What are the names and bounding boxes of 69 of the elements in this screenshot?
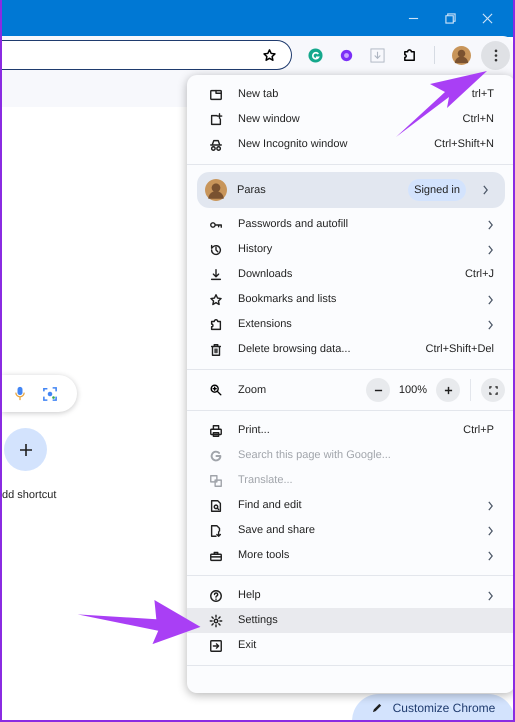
star-icon [209, 292, 223, 306]
fullscreen-button[interactable] [481, 378, 505, 402]
shortcut-text: Ctrl+P [463, 423, 494, 438]
puzzle-icon[interactable] [402, 48, 417, 62]
settings-icon [209, 614, 223, 628]
menu-item[interactable]: New tab trl+T [187, 82, 513, 107]
exit-icon [209, 638, 223, 652]
star-icon[interactable] [262, 48, 277, 62]
pencil-icon [372, 702, 383, 713]
plus-icon [18, 442, 32, 456]
profile-item[interactable]: Paras Signed in [197, 172, 505, 208]
history-icon [209, 242, 223, 256]
new-window-icon [209, 112, 223, 126]
customize-chrome-button[interactable]: Customize Chrome [352, 694, 513, 720]
close-icon[interactable] [482, 13, 493, 24]
shortcut-text: Ctrl+N [462, 112, 494, 128]
menu-item[interactable]: Help [187, 583, 513, 608]
incognito-icon [209, 138, 223, 152]
zoom-value: 100% [398, 382, 428, 398]
profile-name: Paras [237, 182, 267, 198]
menu-item[interactable]: New Incognito window Ctrl+Shift+N [187, 132, 513, 157]
address-bar[interactable] [2, 40, 292, 70]
extension-icon[interactable] [340, 48, 353, 62]
more-icon [494, 48, 498, 62]
zoom-label: Zoom [238, 382, 268, 398]
translate-icon [209, 474, 223, 488]
zoom-icon [209, 383, 223, 397]
camera-search-icon[interactable] [43, 386, 57, 400]
search-box[interactable] [2, 375, 77, 412]
menu-item[interactable]: Extensions [187, 312, 513, 337]
puzzle-icon [209, 318, 223, 332]
menu-item[interactable]: More tools [187, 543, 513, 568]
microphone-icon[interactable] [15, 386, 25, 401]
shortcut-label: dd shortcut [2, 488, 58, 503]
menu-item[interactable]: Bookmarks and lists [187, 287, 513, 312]
menu-item[interactable]: Print... Ctrl+P [187, 418, 513, 443]
avatar-icon [205, 179, 227, 201]
zoom-out-button[interactable] [366, 378, 390, 402]
add-shortcut-button[interactable] [4, 428, 47, 471]
menu-item[interactable]: Save and share [187, 518, 513, 543]
shortcut-text: trl+T [472, 87, 494, 102]
find-page-icon [209, 498, 223, 512]
menu-item[interactable]: Passwords and autofill [187, 212, 513, 237]
google-icon [209, 448, 223, 462]
save-page-icon [209, 524, 223, 538]
menu-item[interactable]: Exit [187, 633, 513, 658]
download-icon [209, 268, 223, 282]
shortcut-text: Ctrl+Shift+N [434, 137, 494, 152]
menu-item[interactable]: New window Ctrl+N [187, 107, 513, 132]
menu-item[interactable]: History [187, 237, 513, 262]
menu-item[interactable]: Delete browsing data... Ctrl+Shift+Del [187, 337, 513, 362]
tab-icon [209, 88, 223, 102]
signed-in-badge: Signed in [408, 178, 466, 202]
avatar-icon[interactable] [452, 46, 471, 64]
help-icon [209, 588, 223, 602]
menu-item[interactable]: Downloads Ctrl+J [187, 262, 513, 287]
menu-item[interactable]: Settings [187, 608, 513, 633]
extension-icon[interactable] [308, 48, 323, 62]
printer-icon [209, 424, 223, 438]
shortcut-text: Ctrl+Shift+Del [426, 342, 494, 358]
restore-icon[interactable] [445, 13, 456, 24]
menu-item[interactable]: Find and edit [187, 493, 513, 518]
fullscreen-icon [488, 386, 498, 394]
download-icon[interactable] [370, 48, 385, 62]
shortcut-text: Ctrl+J [464, 267, 494, 282]
zoom-in-button[interactable] [436, 378, 460, 402]
menu-button[interactable] [481, 40, 510, 70]
trash-icon [209, 342, 223, 356]
plus-icon [444, 386, 452, 394]
